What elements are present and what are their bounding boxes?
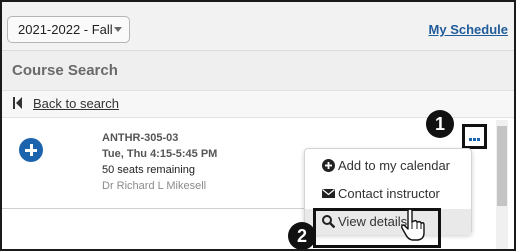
menu-item-label: Contact instructor [338,186,440,201]
ellipsis-dot-icon [469,138,472,141]
row-divider [2,208,307,209]
caret-down-icon [114,27,122,32]
my-schedule-link[interactable]: My Schedule [429,22,508,37]
instructor-name: Dr Richard L Mikesell [102,180,207,192]
top-bar: 2021-2022 - Fall My Schedule [2,2,514,50]
back-to-start-icon[interactable] [13,97,22,109]
menu-item-add-to-calendar[interactable]: Add to my calendar [305,153,471,179]
more-options-button[interactable] [462,124,487,149]
callout-badge: 1 [426,110,454,138]
ellipsis-dot-icon [477,138,480,141]
menu-item-label: Add to my calendar [338,158,451,173]
term-select-value: 2021-2022 - Fall [18,22,113,37]
seats-remaining: 50 seats remaining [102,164,195,176]
page-title: Course Search [12,62,118,79]
screenshot-frame: 2021-2022 - Fall My Schedule Course Sear… [0,0,516,251]
course-time: Tue, Thu 4:15-5:45 PM [102,148,218,160]
callout-badge: 2 [288,222,316,249]
section-header: Course Search [2,50,514,90]
course-code: ANTHR-305-03 [102,132,179,144]
term-select[interactable]: 2021-2022 - Fall [7,16,130,43]
menu-item-contact-instructor[interactable]: Contact instructor [305,181,471,207]
ellipsis-dot-icon [473,138,476,141]
add-course-button[interactable] [19,138,43,162]
scrollbar-thumb[interactable] [497,126,507,206]
plus-circle-icon [322,159,335,172]
envelope-icon [322,189,335,198]
hand-cursor-icon [401,208,425,241]
back-to-search-link[interactable]: Back to search [33,96,119,111]
